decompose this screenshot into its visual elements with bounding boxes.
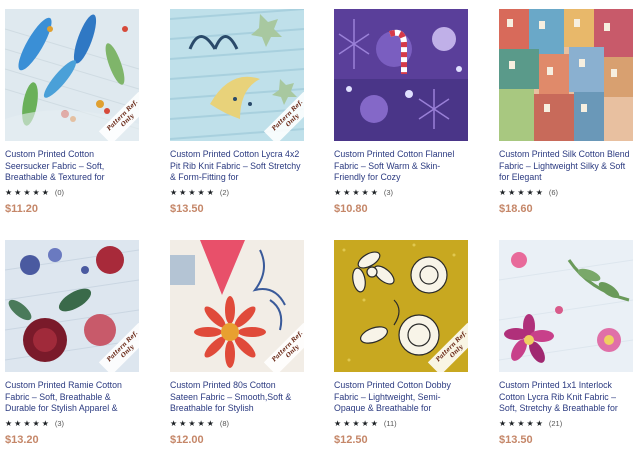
product-image[interactable] (334, 9, 468, 141)
star-rating-icon: ★★★★★ (5, 187, 51, 197)
star-rating-icon: ★★★★★ (170, 187, 216, 197)
product-image[interactable] (499, 240, 633, 372)
product-image[interactable] (499, 9, 633, 141)
product-card[interactable]: Custom Printed 1x1 Interlock Cotton Lycr… (499, 240, 633, 446)
product-price: $13.20 (5, 434, 39, 446)
product-rating: ★★★★★ (3) (334, 187, 468, 197)
star-rating-icon: ★★★★★ (499, 187, 545, 197)
review-count: (3) (54, 418, 65, 428)
product-rating: ★★★★★ (21) (499, 418, 633, 428)
product-price: $12.00 (170, 434, 204, 446)
star-rating-icon: ★★★★★ (5, 418, 51, 428)
product-title[interactable]: Custom Printed Cotton Seersucker Fabric … (5, 149, 139, 183)
product-price: $12.50 (334, 434, 368, 446)
star-rating-icon: ★★★★★ (499, 418, 545, 428)
product-card[interactable]: Pattern Ref. Only Custom Printed Cotton … (334, 240, 468, 446)
star-rating-icon: ★★★★★ (170, 418, 216, 428)
product-title[interactable]: Custom Printed Cotton Lycra 4x2 Pit Rib … (170, 149, 304, 183)
product-title[interactable]: Custom Printed 1x1 Interlock Cotton Lycr… (499, 380, 633, 414)
product-rating: ★★★★★ (2) (170, 187, 304, 197)
product-title[interactable]: Custom Printed 80s Cotton Sateen Fabric … (170, 380, 304, 414)
product-card[interactable]: Pattern Ref. Only Custom Printed Cotton … (170, 9, 304, 215)
review-count: (21) (548, 418, 563, 428)
product-price: $13.50 (170, 203, 204, 215)
product-price: $10.80 (334, 203, 368, 215)
fabric-pink-flowers-image (499, 240, 633, 372)
product-rating: ★★★★★ (0) (5, 187, 139, 197)
product-image[interactable]: Pattern Ref. Only (5, 240, 139, 372)
product-image[interactable]: Pattern Ref. Only (170, 9, 304, 141)
product-card[interactable]: Pattern Ref. Only Custom Printed Ramie C… (5, 240, 139, 446)
product-image[interactable]: Pattern Ref. Only (170, 240, 304, 372)
product-grid: Pattern Ref. Only Custom Printed Cotton … (0, 0, 637, 454)
product-price: $11.20 (5, 203, 39, 215)
product-image[interactable]: Pattern Ref. Only (5, 9, 139, 141)
product-rating: ★★★★★ (11) (334, 418, 468, 428)
star-rating-icon: ★★★★★ (334, 187, 380, 197)
review-count: (6) (548, 187, 559, 197)
product-title[interactable]: Custom Printed Silk Cotton Blend Fabric … (499, 149, 633, 183)
product-rating: ★★★★★ (6) (499, 187, 633, 197)
review-count: (0) (54, 187, 65, 197)
fabric-houses-image (499, 9, 633, 141)
product-title[interactable]: Custom Printed Ramie Cotton Fabric – Sof… (5, 380, 139, 414)
review-count: (8) (219, 418, 230, 428)
product-price: $18.60 (499, 203, 533, 215)
product-rating: ★★★★★ (3) (5, 418, 139, 428)
product-card[interactable]: Pattern Ref. Only Custom Printed Cotton … (5, 9, 139, 215)
product-title[interactable]: Custom Printed Cotton Flannel Fabric – S… (334, 149, 468, 183)
product-card[interactable]: Pattern Ref. Only Custom Printed 80s Cot… (170, 240, 304, 446)
product-rating: ★★★★★ (8) (170, 418, 304, 428)
review-count: (2) (219, 187, 230, 197)
product-card[interactable]: Custom Printed Silk Cotton Blend Fabric … (499, 9, 633, 215)
product-title[interactable]: Custom Printed Cotton Dobby Fabric – Lig… (334, 380, 468, 414)
review-count: (3) (383, 187, 394, 197)
star-rating-icon: ★★★★★ (334, 418, 380, 428)
product-image[interactable]: Pattern Ref. Only (334, 240, 468, 372)
review-count: (11) (383, 418, 397, 428)
fabric-winter-image (334, 9, 468, 141)
product-price: $13.50 (499, 434, 533, 446)
product-card[interactable]: Custom Printed Cotton Flannel Fabric – S… (334, 9, 468, 215)
